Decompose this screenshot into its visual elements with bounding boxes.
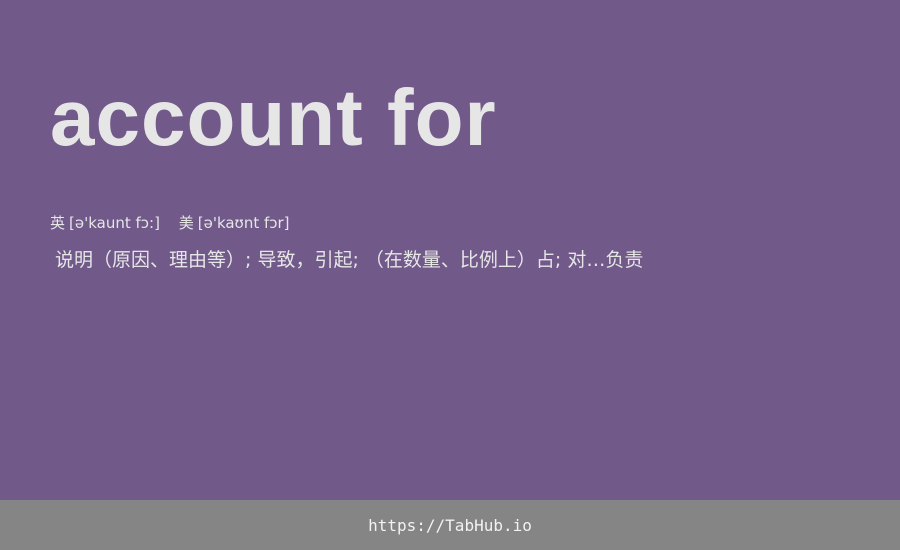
- page: account for 英 [ə'kaunt fɔ:] 美 [ə'kaʊnt fɔr…: [0, 0, 900, 550]
- pronunciation-uk-region: 英: [50, 214, 66, 232]
- pronunciation-us-region: 美: [178, 214, 194, 232]
- footer-bar: https://TabHub.io: [0, 500, 900, 550]
- footer-link[interactable]: https://TabHub.io: [368, 516, 532, 535]
- pronunciation-row: 英 [ə'kaunt fɔ:] 美 [ə'kaʊnt fɔr]: [50, 212, 290, 234]
- pronunciation-us: 美 [ə'kaʊnt fɔr]: [179, 212, 290, 234]
- pronunciation-us-ipa: [ə'kaʊnt fɔr]: [197, 214, 290, 232]
- word-card: account for 英 [ə'kaunt fɔ:] 美 [ə'kaʊnt fɔr…: [50, 0, 870, 500]
- pronunciation-uk: 英 [ə'kaunt fɔ:]: [50, 212, 160, 234]
- pronunciation-uk-ipa: [ə'kaunt fɔ:]: [69, 214, 160, 232]
- definition: 说明（原因、理由等）; 导致，引起; （在数量、比例上）占; 对…负责: [55, 249, 644, 271]
- headword: account for: [50, 73, 497, 162]
